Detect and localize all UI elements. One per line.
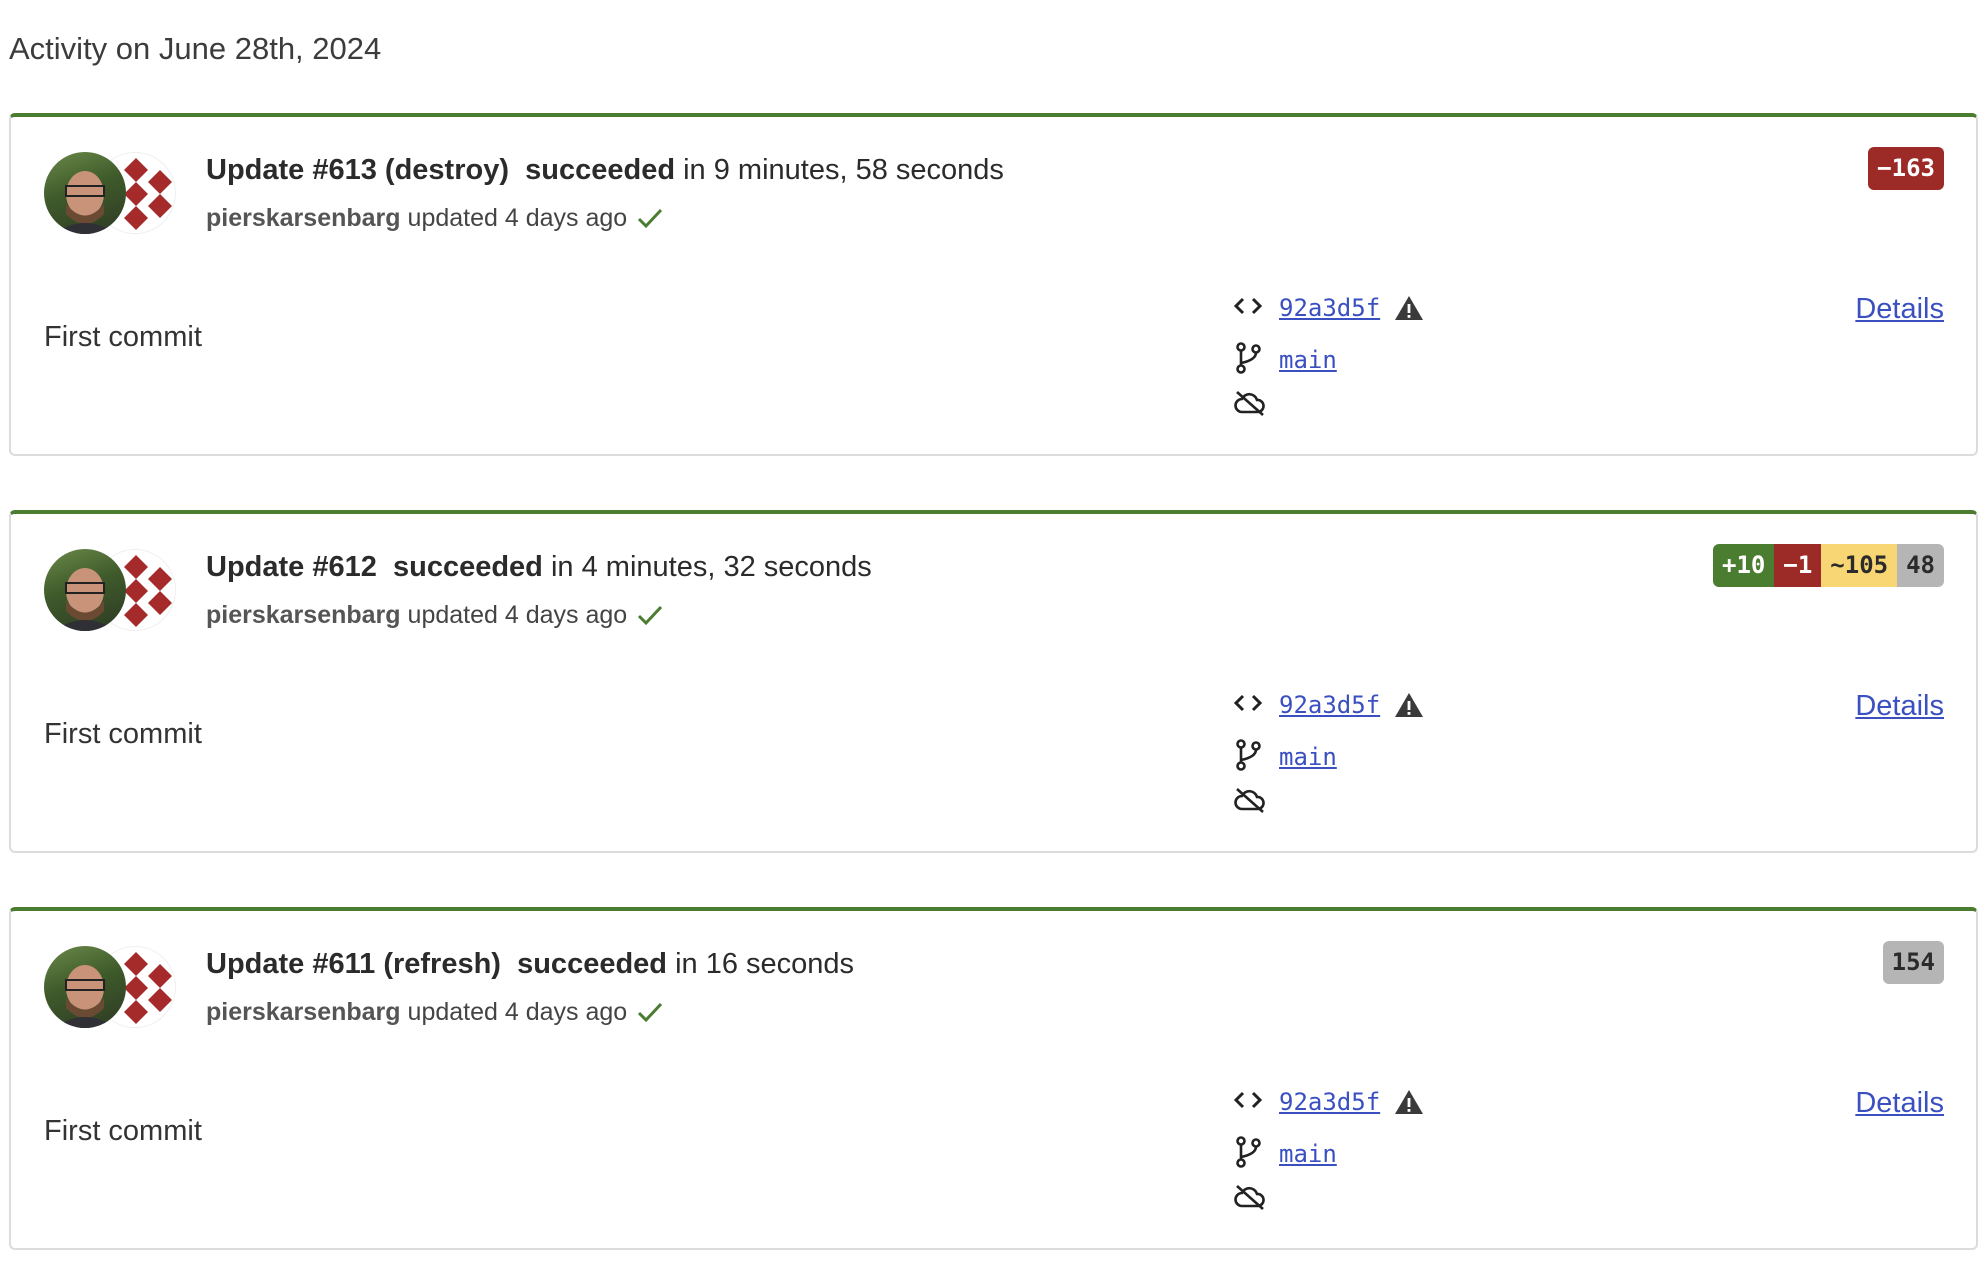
cloud-off-icon: [1233, 786, 1267, 819]
update-header: Update #611 (refresh) succeeded in 16 se…: [206, 944, 854, 984]
update-title[interactable]: Update #611 (refresh): [206, 948, 501, 980]
details-link[interactable]: Details: [1855, 686, 1944, 726]
avatar-group: [44, 946, 184, 1030]
checkmark-icon: [637, 604, 663, 626]
details-link[interactable]: Details: [1855, 1083, 1944, 1123]
cloud-off-icon: [1233, 1183, 1267, 1216]
update-card: Update #613 (destroy) succeeded in 9 min…: [9, 113, 1978, 456]
update-title[interactable]: Update #613 (destroy): [206, 154, 509, 186]
git-branch-icon: [1233, 341, 1263, 380]
update-header: Update #612 succeeded in 4 minutes, 32 s…: [206, 547, 872, 587]
update-header: Update #613 (destroy) succeeded in 9 min…: [206, 150, 1004, 190]
update-status: succeeded: [517, 948, 668, 980]
updated-time: updated 4 days ago: [407, 601, 628, 629]
cloud-row: [1233, 1181, 1267, 1217]
git-branch-icon: [1233, 738, 1263, 777]
cloud-off-icon: [1233, 389, 1267, 422]
page-title: Activity on June 28th, 2024: [9, 31, 382, 66]
code-icon: [1233, 692, 1263, 719]
update-duration: in 4 minutes, 32 seconds: [550, 551, 872, 583]
warning-icon: [1394, 1088, 1424, 1116]
resource-change-badges: 154: [1882, 941, 1944, 984]
user-avatar[interactable]: [44, 152, 126, 234]
cloud-row: [1233, 387, 1267, 423]
resource-change-badges: −163: [1868, 147, 1944, 190]
commit-row: 92a3d5f: [1233, 1084, 1424, 1120]
avatar-group: [44, 152, 184, 236]
update-card: Update #611 (refresh) succeeded in 16 se…: [9, 907, 1978, 1250]
commit-row: 92a3d5f: [1233, 687, 1424, 723]
branch-row: main: [1233, 1135, 1337, 1174]
commit-row: 92a3d5f: [1233, 290, 1424, 326]
update-card: Update #612 succeeded in 4 minutes, 32 s…: [9, 510, 1978, 853]
details-link[interactable]: Details: [1855, 289, 1944, 329]
commit-link[interactable]: 92a3d5f: [1279, 691, 1380, 719]
branch-row: main: [1233, 341, 1337, 380]
resource-change-badges: +10 −1 ~105 48: [1713, 544, 1944, 587]
updated-time: updated 4 days ago: [407, 998, 628, 1026]
avatar-group: [44, 549, 184, 633]
update-subline: pierskarsenbarg updated 4 days ago: [206, 994, 663, 1030]
update-status: succeeded: [392, 551, 543, 583]
code-icon: [1233, 1089, 1263, 1116]
branch-row: main: [1233, 738, 1337, 777]
activity-page: Activity on June 28th, 2024 Update #613 …: [0, 0, 1988, 1276]
checkmark-icon: [637, 1001, 663, 1023]
username[interactable]: pierskarsenbarg: [206, 994, 401, 1030]
delete-count-badge: −1: [1774, 544, 1822, 587]
code-icon: [1233, 295, 1263, 322]
delete-count-badge: −163: [1868, 147, 1944, 190]
git-branch-icon: [1233, 1135, 1263, 1174]
commit-link[interactable]: 92a3d5f: [1279, 294, 1380, 322]
username[interactable]: pierskarsenbarg: [206, 200, 401, 236]
update-duration: in 9 minutes, 58 seconds: [683, 154, 1004, 186]
commit-message: First commit: [44, 1115, 202, 1147]
checkmark-icon: [637, 207, 663, 229]
update-status: succeeded: [525, 154, 676, 186]
username[interactable]: pierskarsenbarg: [206, 597, 401, 633]
warning-icon: [1394, 294, 1424, 322]
update-count-badge: ~105: [1821, 544, 1898, 587]
same-count-badge: 48: [1897, 544, 1944, 587]
cloud-row: [1233, 784, 1267, 820]
user-avatar[interactable]: [44, 549, 126, 631]
update-subline: pierskarsenbarg updated 4 days ago: [206, 200, 663, 236]
commit-message: First commit: [44, 321, 202, 353]
commit-link[interactable]: 92a3d5f: [1279, 1088, 1380, 1116]
branch-link[interactable]: main: [1279, 743, 1337, 771]
branch-link[interactable]: main: [1279, 346, 1337, 374]
update-duration: in 16 seconds: [675, 948, 855, 980]
create-count-badge: +10: [1713, 544, 1775, 587]
user-avatar[interactable]: [44, 946, 126, 1028]
branch-link[interactable]: main: [1279, 1140, 1337, 1168]
updated-time: updated 4 days ago: [407, 204, 628, 232]
update-subline: pierskarsenbarg updated 4 days ago: [206, 597, 663, 633]
same-count-badge: 154: [1882, 941, 1944, 984]
commit-message: First commit: [44, 718, 202, 750]
warning-icon: [1394, 691, 1424, 719]
update-title[interactable]: Update #612: [206, 551, 377, 583]
